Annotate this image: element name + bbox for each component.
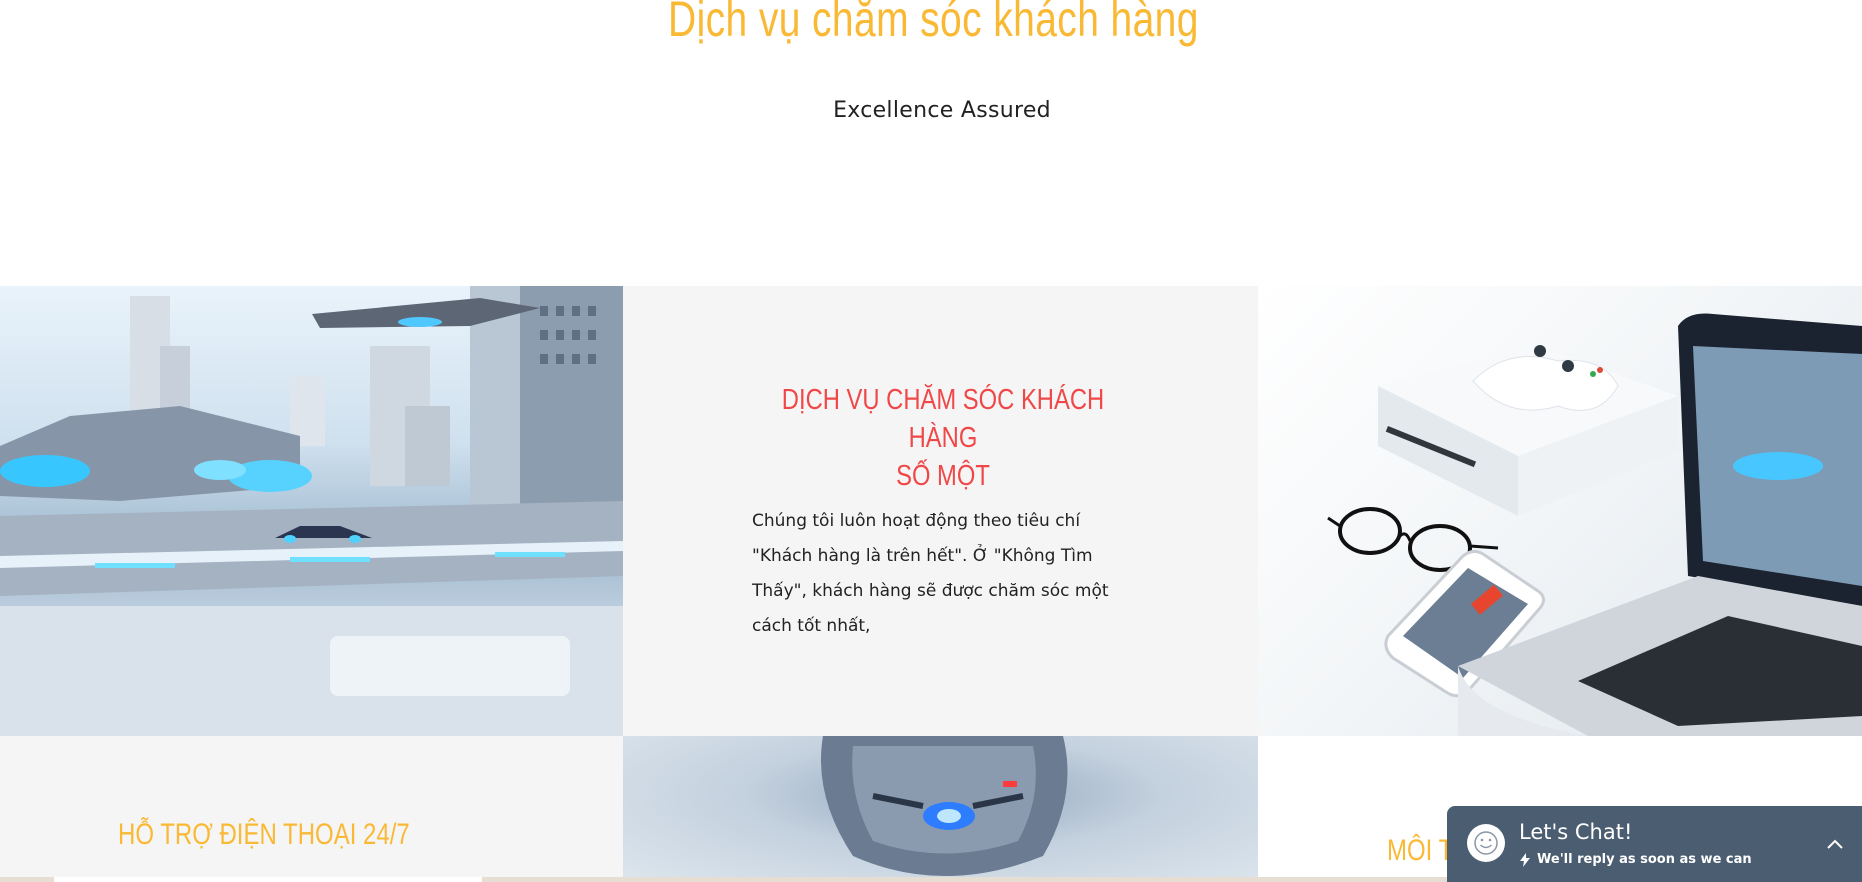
chat-widget[interactable]: Let's Chat! We'll reply as soon as we ca… <box>1447 806 1862 882</box>
futuristic-city-image <box>0 286 623 736</box>
chat-subtitle: We'll reply as soon as we can <box>1519 852 1752 867</box>
bottom-strip-segment <box>54 877 482 882</box>
card-body-text: Chúng tôi luôn hoạt động theo tiêu chí "… <box>752 511 1109 636</box>
chat-subtitle-text: We'll reply as soon as we can <box>1537 852 1752 867</box>
phone-support-card: HỖ TRỢ ĐIỆN THOẠI 24/7 <box>0 736 623 882</box>
page-subtitle: Excellence Assured <box>833 98 1051 123</box>
robot-image <box>623 736 1258 882</box>
card-heading-line1: DỊCH VỤ CHĂM SÓC KHÁCH HÀNG <box>781 384 1105 454</box>
page-title: Dịch vụ chăm sóc khách hàng <box>668 0 1199 47</box>
phone-support-heading: HỖ TRỢ ĐIỆN THOẠI 24/7 <box>118 818 410 851</box>
smiley-avatar-icon <box>1467 824 1505 862</box>
environment-heading: MÔI T <box>1387 834 1454 867</box>
desk-devices-image <box>1258 286 1862 736</box>
card-heading-line2: SỐ MỘT <box>896 460 990 492</box>
lightning-icon <box>1520 852 1530 867</box>
chat-title: Let's Chat! <box>1519 820 1633 844</box>
card-heading: DỊCH VỤ CHĂM SÓC KHÁCH HÀNG SỐ MỘT <box>746 381 1140 495</box>
customer-care-card: DỊCH VỤ CHĂM SÓC KHÁCH HÀNG SỐ MỘT Chúng… <box>623 286 1258 736</box>
chevron-up-icon[interactable] <box>1822 832 1848 858</box>
